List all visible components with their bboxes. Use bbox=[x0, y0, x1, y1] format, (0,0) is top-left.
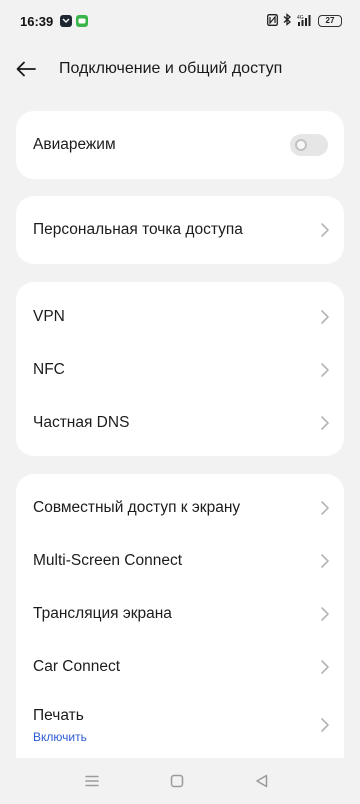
private-dns-label: Частная DNS bbox=[33, 413, 130, 431]
nav-back-button[interactable] bbox=[253, 772, 271, 790]
network-card: VPN NFC Частная DNS bbox=[16, 282, 344, 456]
nfc-row[interactable]: NFC bbox=[16, 343, 344, 396]
airplane-card: Авиарежим bbox=[16, 111, 344, 179]
status-bar: 16:39 4G 27 bbox=[0, 0, 360, 42]
screen-cast-row[interactable]: Трансляция экрана bbox=[16, 587, 344, 640]
arrow-left-icon bbox=[16, 61, 36, 77]
sharing-card: Совместный доступ к экрану Multi-Screen … bbox=[16, 474, 344, 774]
airplane-mode-row[interactable]: Авиарежим bbox=[16, 111, 344, 179]
hotspot-row[interactable]: Персональная точка доступа bbox=[16, 196, 344, 264]
screen-cast-label: Трансляция экрана bbox=[33, 604, 172, 622]
nfc-icon bbox=[267, 13, 278, 29]
chevron-right-icon bbox=[321, 223, 329, 237]
menu-icon bbox=[85, 775, 99, 787]
chevron-right-icon bbox=[321, 718, 329, 732]
vpn-label: VPN bbox=[33, 307, 65, 325]
navigation-bar bbox=[0, 758, 360, 804]
hotspot-card: Персональная точка доступа bbox=[16, 196, 344, 264]
chevron-right-icon bbox=[321, 500, 329, 515]
chevron-right-icon bbox=[321, 362, 329, 377]
screen-share-row[interactable]: Совместный доступ к экрану bbox=[16, 481, 344, 534]
back-button[interactable] bbox=[16, 50, 60, 88]
multi-screen-label: Multi-Screen Connect bbox=[33, 551, 183, 569]
print-row[interactable]: Печать Включить bbox=[16, 693, 344, 757]
message-app-icon bbox=[76, 15, 89, 27]
hotspot-label: Персональная точка доступа bbox=[33, 221, 243, 238]
page-title: Подключение и общий доступ bbox=[59, 60, 283, 77]
signal-icon: 4G bbox=[297, 14, 313, 29]
menu-button[interactable] bbox=[83, 772, 101, 790]
notification-app-icon bbox=[60, 15, 73, 27]
battery-icon: 27 bbox=[318, 15, 342, 27]
toggle-knob bbox=[295, 139, 307, 151]
chevron-right-icon bbox=[321, 553, 329, 568]
private-dns-row[interactable]: Частная DNS bbox=[16, 396, 344, 449]
page-header: Подключение и общий доступ bbox=[0, 50, 360, 88]
chevron-right-icon bbox=[321, 415, 329, 430]
print-label: Печать bbox=[33, 706, 84, 724]
chevron-right-icon bbox=[321, 309, 329, 324]
car-connect-label: Car Connect bbox=[33, 657, 121, 675]
status-time: 16:39 bbox=[20, 13, 54, 29]
multi-screen-row[interactable]: Multi-Screen Connect bbox=[16, 534, 344, 587]
bluetooth-icon bbox=[283, 13, 292, 29]
print-status: Включить bbox=[33, 729, 87, 744]
home-icon bbox=[170, 774, 184, 788]
airplane-mode-toggle[interactable] bbox=[290, 134, 328, 156]
airplane-mode-label: Авиарежим bbox=[33, 136, 116, 153]
nfc-label: NFC bbox=[33, 360, 65, 378]
screen-share-label: Совместный доступ к экрану bbox=[33, 498, 241, 516]
back-icon bbox=[256, 774, 268, 788]
car-connect-row[interactable]: Car Connect bbox=[16, 640, 344, 693]
chevron-right-icon bbox=[321, 606, 329, 621]
vpn-row[interactable]: VPN bbox=[16, 290, 344, 343]
chevron-right-icon bbox=[321, 659, 329, 674]
home-button[interactable] bbox=[168, 772, 186, 790]
